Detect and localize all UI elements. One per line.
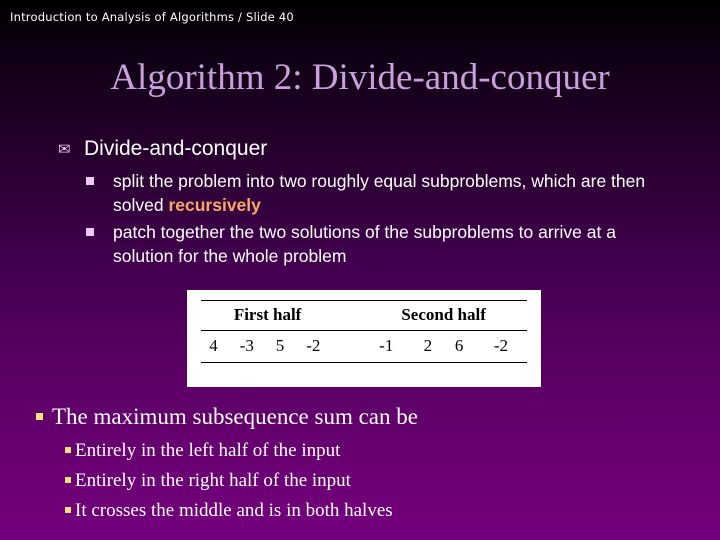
list-item: split the problem into two roughly equal… bbox=[86, 169, 698, 217]
cell-left-1: -3 bbox=[239, 335, 254, 355]
bottom-bullet-label: The maximum subsequence sum can be bbox=[52, 404, 418, 429]
bottom-sub-bullet-text: Entirely in the right half of the input bbox=[75, 470, 351, 491]
list-item: Entirely in the right half of the input bbox=[65, 469, 696, 493]
cell-right-0: -1 bbox=[379, 335, 394, 355]
section-bullet-icon bbox=[36, 403, 52, 420]
highlight-recursively: recursively bbox=[168, 195, 261, 215]
square-bullet-icon bbox=[86, 169, 113, 185]
main-bullet-label: Divide-and-conquer bbox=[84, 137, 268, 160]
cell-left-0: 4 bbox=[209, 335, 218, 355]
cell-right-2: 6 bbox=[454, 335, 464, 355]
list-item: Entirely in the left half of the input bbox=[65, 439, 696, 463]
main-bullet-block: ✉ Divide-and-conquer split the problem i… bbox=[58, 136, 698, 271]
bottom-sub-bullet-list: Entirely in the left half of the input E… bbox=[36, 439, 696, 523]
sub-bullet-text: patch together the two solutions of the … bbox=[113, 222, 616, 266]
bottom-sub-bullet-text: Entirely in the left half of the input bbox=[75, 440, 341, 461]
table-rule-bottom bbox=[201, 360, 527, 363]
bottom-bullet-block: The maximum subsequence sum can be Entir… bbox=[36, 403, 696, 529]
section-bullet-icon bbox=[65, 439, 75, 453]
cell-left-2: 5 bbox=[275, 335, 285, 355]
section-bullet-icon bbox=[65, 499, 75, 513]
table-header-row: First half Second half bbox=[201, 301, 527, 329]
cell-right-1: 2 bbox=[423, 335, 433, 355]
square-bullet-icon bbox=[86, 220, 113, 236]
main-sub-bullet-list: split the problem into two roughly equal… bbox=[58, 169, 698, 268]
cell-left-3: -2 bbox=[306, 335, 321, 355]
table-row: 4 -3 5 -2 -1 2 6 -2 bbox=[201, 331, 527, 361]
header-gap bbox=[334, 301, 360, 329]
main-bullet-item: ✉ Divide-and-conquer bbox=[58, 136, 698, 162]
slide-canvas: Introduction to Analysis of Algorithms /… bbox=[0, 0, 720, 540]
cell-right-3: -2 bbox=[493, 335, 508, 355]
cell-gap bbox=[334, 331, 360, 361]
bottom-bullet-item: The maximum subsequence sum can be bbox=[36, 403, 696, 431]
rule-line bbox=[201, 360, 527, 363]
list-item: patch together the two solutions of the … bbox=[86, 220, 698, 268]
section-bullet-icon bbox=[65, 469, 75, 483]
bottom-sub-bullet-text: It crosses the middle and is in both hal… bbox=[75, 500, 393, 521]
envelope-icon: ✉ bbox=[58, 140, 71, 158]
header-first-half: First half bbox=[233, 304, 302, 324]
header-second-half: Second half bbox=[401, 304, 486, 324]
list-item: It crosses the middle and is in both hal… bbox=[65, 499, 696, 523]
array-split-figure: First half Second half 4 -3 5 -2 -1 2 6 … bbox=[187, 290, 541, 387]
figure-table: First half Second half 4 -3 5 -2 -1 2 6 … bbox=[201, 298, 527, 363]
sub-bullet-text: split the problem into two roughly equal… bbox=[113, 169, 678, 217]
page-title: Algorithm 2: Divide-and-conquer bbox=[110, 57, 610, 98]
slide-header: Introduction to Analysis of Algorithms /… bbox=[10, 10, 294, 24]
